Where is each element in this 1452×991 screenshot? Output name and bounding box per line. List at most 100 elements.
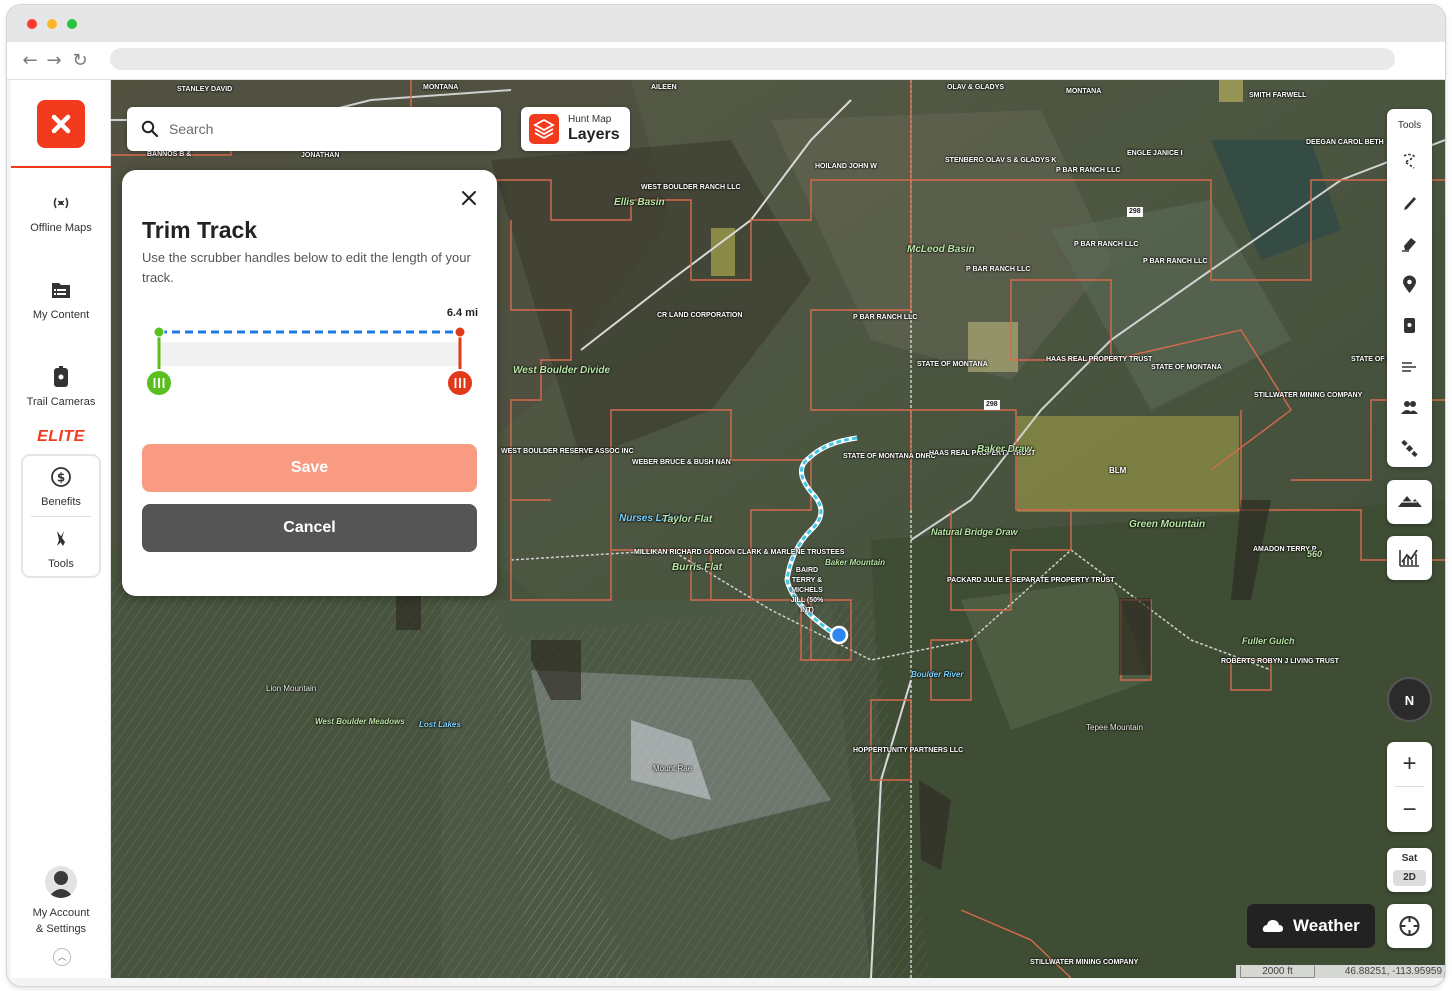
- folder-icon: [52, 283, 70, 298]
- locate-me-button[interactable]: [1387, 904, 1432, 948]
- close-icon[interactable]: [459, 188, 479, 208]
- view-mode-label: 2D: [1393, 870, 1426, 886]
- app-logo-button[interactable]: [37, 100, 85, 148]
- sidebar-item-my-content[interactable]: My Content: [11, 279, 111, 321]
- browser-toolbar: ← → ↻: [7, 42, 1445, 80]
- weather-button[interactable]: Weather: [1247, 904, 1375, 948]
- track-scrubber[interactable]: [142, 320, 482, 400]
- save-button[interactable]: Save: [142, 444, 477, 492]
- trim-track-panel: Trim Track Use the scrubber handles belo…: [122, 170, 497, 596]
- scale-distance: 2000 ft: [1240, 966, 1315, 978]
- map-label: P BAR RANCH LLC: [853, 314, 918, 321]
- compass-button[interactable]: N: [1387, 677, 1432, 722]
- map-label: Natural Bridge Draw: [931, 527, 1018, 537]
- track-current-position[interactable]: [829, 625, 849, 645]
- terrain-3d-button[interactable]: [1387, 480, 1432, 524]
- scale-bar: 2000 ft 46.88251, -113.95959: [1236, 965, 1445, 978]
- zoom-in-button[interactable]: +: [1387, 742, 1432, 786]
- map-label: WEBER BRUCE & BUSH NAN: [632, 459, 731, 466]
- sidebar-item-label: Offline Maps: [30, 222, 92, 234]
- tools-panel: Tools: [1387, 109, 1432, 467]
- elevation-profile-button[interactable]: [1387, 536, 1432, 580]
- dollar-icon: $: [51, 467, 71, 487]
- trail-camera-icon[interactable]: [1399, 315, 1420, 336]
- address-bar[interactable]: [110, 48, 1395, 70]
- weather-label: Weather: [1293, 916, 1360, 935]
- sidebar-item-benefits[interactable]: $ Benefits: [11, 466, 111, 508]
- map-label: Taylor Flat: [662, 514, 713, 525]
- map-label: CR LAND CORPORATION: [657, 312, 743, 319]
- map-label: MONTANA: [423, 84, 459, 91]
- wind-icon[interactable]: [1399, 356, 1420, 377]
- map-label: Tepee Mountain: [1086, 723, 1143, 732]
- pen-icon[interactable]: [1399, 192, 1420, 213]
- map-label: HOPPERTUNITY PARTNERS LLC: [853, 747, 964, 754]
- search-placeholder: Search: [169, 121, 214, 137]
- map-label: P BAR RANCH LLC: [1143, 258, 1208, 265]
- sidebar-item-tools[interactable]: Tools: [11, 528, 111, 570]
- sidebar-item-label: Trail Cameras: [26, 396, 96, 408]
- trail-camera-icon: [54, 366, 68, 387]
- maximize-window-button[interactable]: [67, 19, 77, 29]
- locate-icon: [1399, 916, 1420, 936]
- panel-title: Trim Track: [142, 217, 258, 243]
- logo-divider: [11, 166, 111, 168]
- map-label: West Boulder Divide: [513, 365, 611, 376]
- people-icon[interactable]: [1399, 397, 1420, 418]
- back-arrow-icon[interactable]: ←: [19, 50, 41, 72]
- forward-arrow-icon[interactable]: →: [43, 50, 65, 72]
- layers-button[interactable]: Hunt Map Layers: [521, 107, 630, 151]
- highway-shield: 298: [984, 400, 1000, 410]
- basemap-toggle[interactable]: Sat 2D: [1387, 848, 1432, 892]
- zoom-out-button[interactable]: −: [1387, 788, 1432, 832]
- map-label: PACKARD JULIE E SEPARATE PROPERTY TRUST: [947, 577, 1115, 584]
- map-label: OLAV & GLADYS: [947, 84, 1005, 91]
- map-label: WEST BOULDER RESERVE ASSOC INC: [501, 448, 634, 455]
- map-label: WEST BOULDER RANCH LLC: [641, 184, 741, 191]
- tools-title: Tools: [1397, 120, 1422, 131]
- map-view[interactable]: STANLEY DAVID MONTANA AILEEN OLAV & GLAD…: [111, 80, 1445, 978]
- account-label-line2: & Settings: [35, 923, 87, 935]
- cancel-button[interactable]: Cancel: [142, 504, 477, 552]
- layers-subtitle: Hunt Map: [568, 114, 612, 125]
- sidebar-item-trail-cameras[interactable]: Trail Cameras: [11, 366, 111, 408]
- map-label: P BAR RANCH LLC: [966, 266, 1031, 273]
- offline-maps-icon: [53, 197, 69, 209]
- lasso-icon[interactable]: [1399, 151, 1420, 172]
- compass-label: N: [1404, 693, 1415, 708]
- map-label: McLeod Basin: [907, 244, 975, 255]
- reload-icon[interactable]: ↻: [69, 50, 91, 72]
- map-label: Mount Rae: [653, 764, 693, 773]
- avatar[interactable]: [45, 866, 77, 898]
- browser-window: ← → ↻ Offline Maps My Content Trail Came…: [7, 5, 1445, 986]
- map-label: MILLIKAN RICHARD GORDON CLARK & MARLENE …: [634, 549, 845, 556]
- map-label: Green Mountain: [1129, 519, 1206, 530]
- search-input[interactable]: Search: [127, 107, 501, 151]
- highway-shield: 298: [1127, 207, 1143, 217]
- map-label: BANNOS B &: [147, 151, 192, 158]
- pin-icon[interactable]: [1399, 274, 1420, 295]
- map-label: JONATHAN: [301, 152, 340, 159]
- basemap-label: Sat: [1401, 853, 1418, 864]
- track-line: [784, 435, 858, 645]
- satellite-icon[interactable]: [1399, 438, 1420, 459]
- close-window-button[interactable]: [27, 19, 37, 29]
- track-distance: 6.4 mi: [446, 307, 478, 319]
- minimize-window-button[interactable]: [47, 19, 57, 29]
- zoom-control: + −: [1387, 742, 1432, 832]
- sidebar-item-label: Tools: [48, 558, 74, 570]
- map-label: MONTANA: [1066, 88, 1102, 95]
- eraser-icon[interactable]: [1399, 233, 1420, 254]
- map-label: ROBERTS ROBYN J LIVING TRUST: [1221, 658, 1339, 665]
- elite-divider: [31, 516, 91, 517]
- cloud-icon: [1262, 920, 1283, 932]
- map-label: Baker Mountain: [825, 558, 886, 567]
- map-label: AILEEN: [651, 84, 677, 91]
- map-label: BLM: [1109, 466, 1127, 475]
- sidebar-item-account[interactable]: My Account & Settings: [11, 905, 111, 937]
- sidebar-item-offline-maps[interactable]: Offline Maps: [11, 192, 111, 234]
- chevron-up-icon[interactable]: ︿: [53, 948, 71, 966]
- chart-icon: [1399, 549, 1419, 567]
- map-label: STENBERG OLAV S & GLADYS K: [945, 157, 1057, 164]
- map-label: STANLEY DAVID: [177, 86, 233, 93]
